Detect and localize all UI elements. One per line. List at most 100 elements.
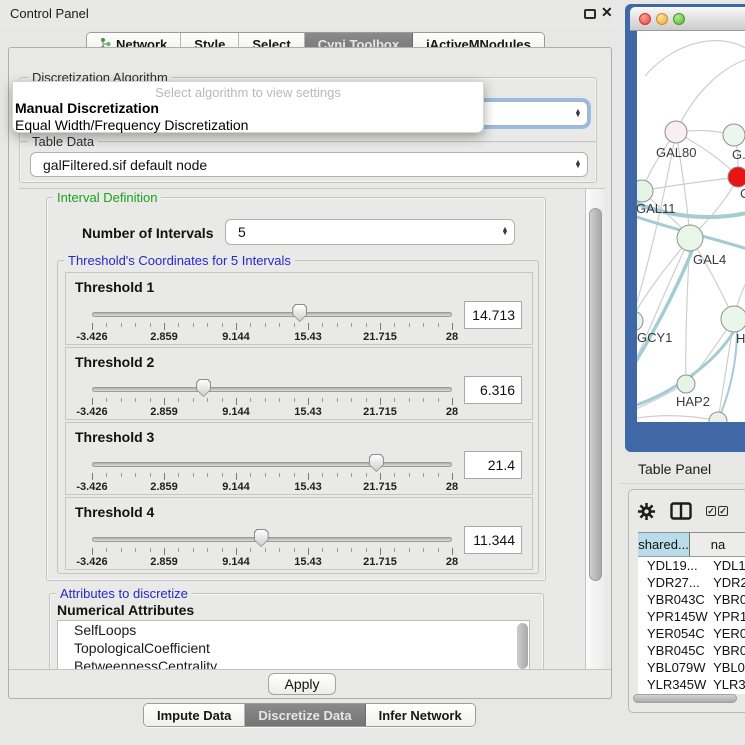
- slider-tick: [337, 398, 338, 402]
- slider-thumb[interactable]: [254, 529, 269, 547]
- cell-shared-name[interactable]: YBR043C: [638, 591, 708, 608]
- tab-discretize-data[interactable]: Discretize Data: [245, 704, 365, 726]
- minimize-traffic-light-icon[interactable]: [656, 13, 668, 25]
- slider-tick-label: 2.859: [150, 406, 178, 418]
- algorithm-option[interactable]: Manual Discretization: [15, 100, 159, 116]
- close-traffic-light-icon[interactable]: [639, 13, 651, 25]
- column-header-name[interactable]: na: [690, 533, 745, 556]
- cell-name[interactable]: YDR2: [708, 574, 745, 591]
- split-table-icon[interactable]: [670, 502, 692, 520]
- table-row[interactable]: YBR045CYBR0: [638, 642, 745, 659]
- network-node[interactable]: [677, 375, 695, 393]
- attribute-list-item[interactable]: TopologicalCoefficient: [58, 639, 529, 657]
- gear-icon[interactable]: [637, 502, 656, 521]
- node-table[interactable]: shared... na YDL19...YDL1YDR27...YDR2YBR…: [638, 532, 745, 694]
- network-node[interactable]: [709, 412, 727, 422]
- slider-tick: [150, 548, 151, 552]
- close-icon[interactable]: ✕: [601, 4, 613, 21]
- table-row[interactable]: YBR043CYBR0: [638, 591, 745, 608]
- cell-shared-name[interactable]: YDL19...: [638, 557, 708, 574]
- cell-shared-name[interactable]: YER054C: [638, 625, 708, 642]
- table-data-select[interactable]: galFiltered.sif default node ▲▼: [30, 152, 588, 177]
- cell-shared-name[interactable]: YLR345W: [638, 676, 708, 693]
- threshold-value-field[interactable]: 14.713: [464, 301, 522, 329]
- slider-tick: [106, 398, 107, 402]
- table-row[interactable]: YLR345WYLR3: [638, 676, 745, 693]
- network-node[interactable]: [728, 167, 745, 187]
- slider-thumb[interactable]: [369, 454, 384, 472]
- network-node[interactable]: [637, 311, 643, 331]
- threshold-value-field[interactable]: 6.316: [464, 376, 522, 404]
- tab-impute-data[interactable]: Impute Data: [144, 704, 245, 726]
- slider-track[interactable]: [92, 537, 452, 542]
- slider-tick: [236, 398, 237, 405]
- apply-button[interactable]: Apply: [268, 673, 336, 695]
- slider-tick-label: 28: [446, 331, 458, 343]
- network-edge[interactable]: [690, 238, 734, 319]
- slider-tick: [106, 548, 107, 552]
- table-row[interactable]: YER054CYER0: [638, 625, 745, 642]
- threshold-value-field[interactable]: 11.344: [464, 526, 522, 554]
- slider-thumb[interactable]: [292, 304, 307, 322]
- attribute-list-item[interactable]: SelfLoops: [58, 621, 529, 639]
- settings-scrollbar-thumb[interactable]: [589, 208, 602, 581]
- cell-shared-name[interactable]: YBL079W: [638, 659, 708, 676]
- slider-tick: [207, 473, 208, 477]
- table-data-title: Table Data: [28, 134, 98, 149]
- attribute-list-item[interactable]: BetweennessCentrality: [58, 657, 529, 669]
- slider-thumb[interactable]: [196, 379, 211, 397]
- checkbox-icon[interactable]: ✓: [718, 506, 728, 516]
- slider-track[interactable]: [92, 387, 452, 392]
- table-horizontal-scrollbar[interactable]: [630, 694, 744, 704]
- slider-track[interactable]: [92, 462, 452, 467]
- network-node[interactable]: [721, 306, 745, 332]
- network-node[interactable]: [677, 225, 703, 251]
- network-edge[interactable]: [645, 41, 745, 76]
- numerical-attributes-list[interactable]: SelfLoopsTopologicalCoefficientBetweenne…: [57, 620, 530, 669]
- threshold-value-field[interactable]: 21.4: [464, 451, 522, 479]
- network-edge[interactable]: [676, 59, 745, 132]
- table-row[interactable]: YPR145WYPR1: [638, 608, 745, 625]
- network-edge[interactable]: [637, 416, 718, 421]
- number-of-intervals-select[interactable]: 5 ▲▼: [225, 219, 515, 245]
- network-node[interactable]: [723, 124, 745, 146]
- cell-shared-name[interactable]: YBR045C: [638, 642, 708, 659]
- slider-tick: [351, 398, 352, 402]
- cell-name[interactable]: YPR1: [708, 608, 745, 625]
- cell-shared-name[interactable]: YPR145W: [638, 608, 708, 625]
- column-header-shared-name[interactable]: shared...: [638, 533, 690, 556]
- tab-infer-network[interactable]: Infer Network: [366, 704, 475, 726]
- slider-tick: [438, 398, 439, 402]
- network-node-label: GCY1: [637, 330, 672, 345]
- network-node[interactable]: [665, 121, 687, 143]
- cell-shared-name[interactable]: YDR27...: [638, 574, 708, 591]
- cell-name[interactable]: YBR0: [708, 642, 745, 659]
- attributes-scrollbar-thumb[interactable]: [517, 623, 528, 669]
- cell-name[interactable]: YDL1: [708, 557, 745, 574]
- cell-name[interactable]: YBR0: [708, 591, 745, 608]
- cell-name[interactable]: YBL0: [708, 659, 745, 676]
- algorithm-option[interactable]: Equal Width/Frequency Discretization: [15, 117, 248, 133]
- slider-tick: [366, 323, 367, 327]
- table-row[interactable]: YDR27...YDR2: [638, 574, 745, 591]
- slider-track[interactable]: [92, 312, 452, 317]
- network-edge[interactable]: [642, 177, 738, 191]
- zoom-traffic-light-icon[interactable]: [673, 13, 685, 25]
- table-row[interactable]: YDL19...YDL1: [638, 557, 745, 574]
- slider-tick: [337, 548, 338, 552]
- network-edge-highlighted[interactable]: [637, 251, 692, 369]
- table-hscrollbar-thumb[interactable]: [633, 694, 737, 703]
- algorithm-dropdown-popup: Select algorithm to view settings Manual…: [12, 81, 484, 133]
- network-edge[interactable]: [637, 238, 690, 371]
- slider-tick: [236, 473, 237, 480]
- settings-scrollbar[interactable]: [585, 189, 605, 669]
- cell-name[interactable]: YER0: [708, 625, 745, 642]
- table-row[interactable]: YBL079WYBL0: [638, 659, 745, 676]
- cell-name[interactable]: YLR3: [708, 676, 745, 693]
- algorithm-popup-hint: Select algorithm to view settings: [13, 85, 483, 100]
- slider-tick-label: -3.426: [76, 331, 107, 343]
- network-canvas[interactable]: GAL80G.CGAL11GAL4GCY1HHAP2: [637, 31, 745, 422]
- float-window-icon[interactable]: [584, 9, 596, 19]
- checkbox-icon[interactable]: ✓: [706, 506, 716, 516]
- network-edge-highlighted[interactable]: [721, 331, 737, 413]
